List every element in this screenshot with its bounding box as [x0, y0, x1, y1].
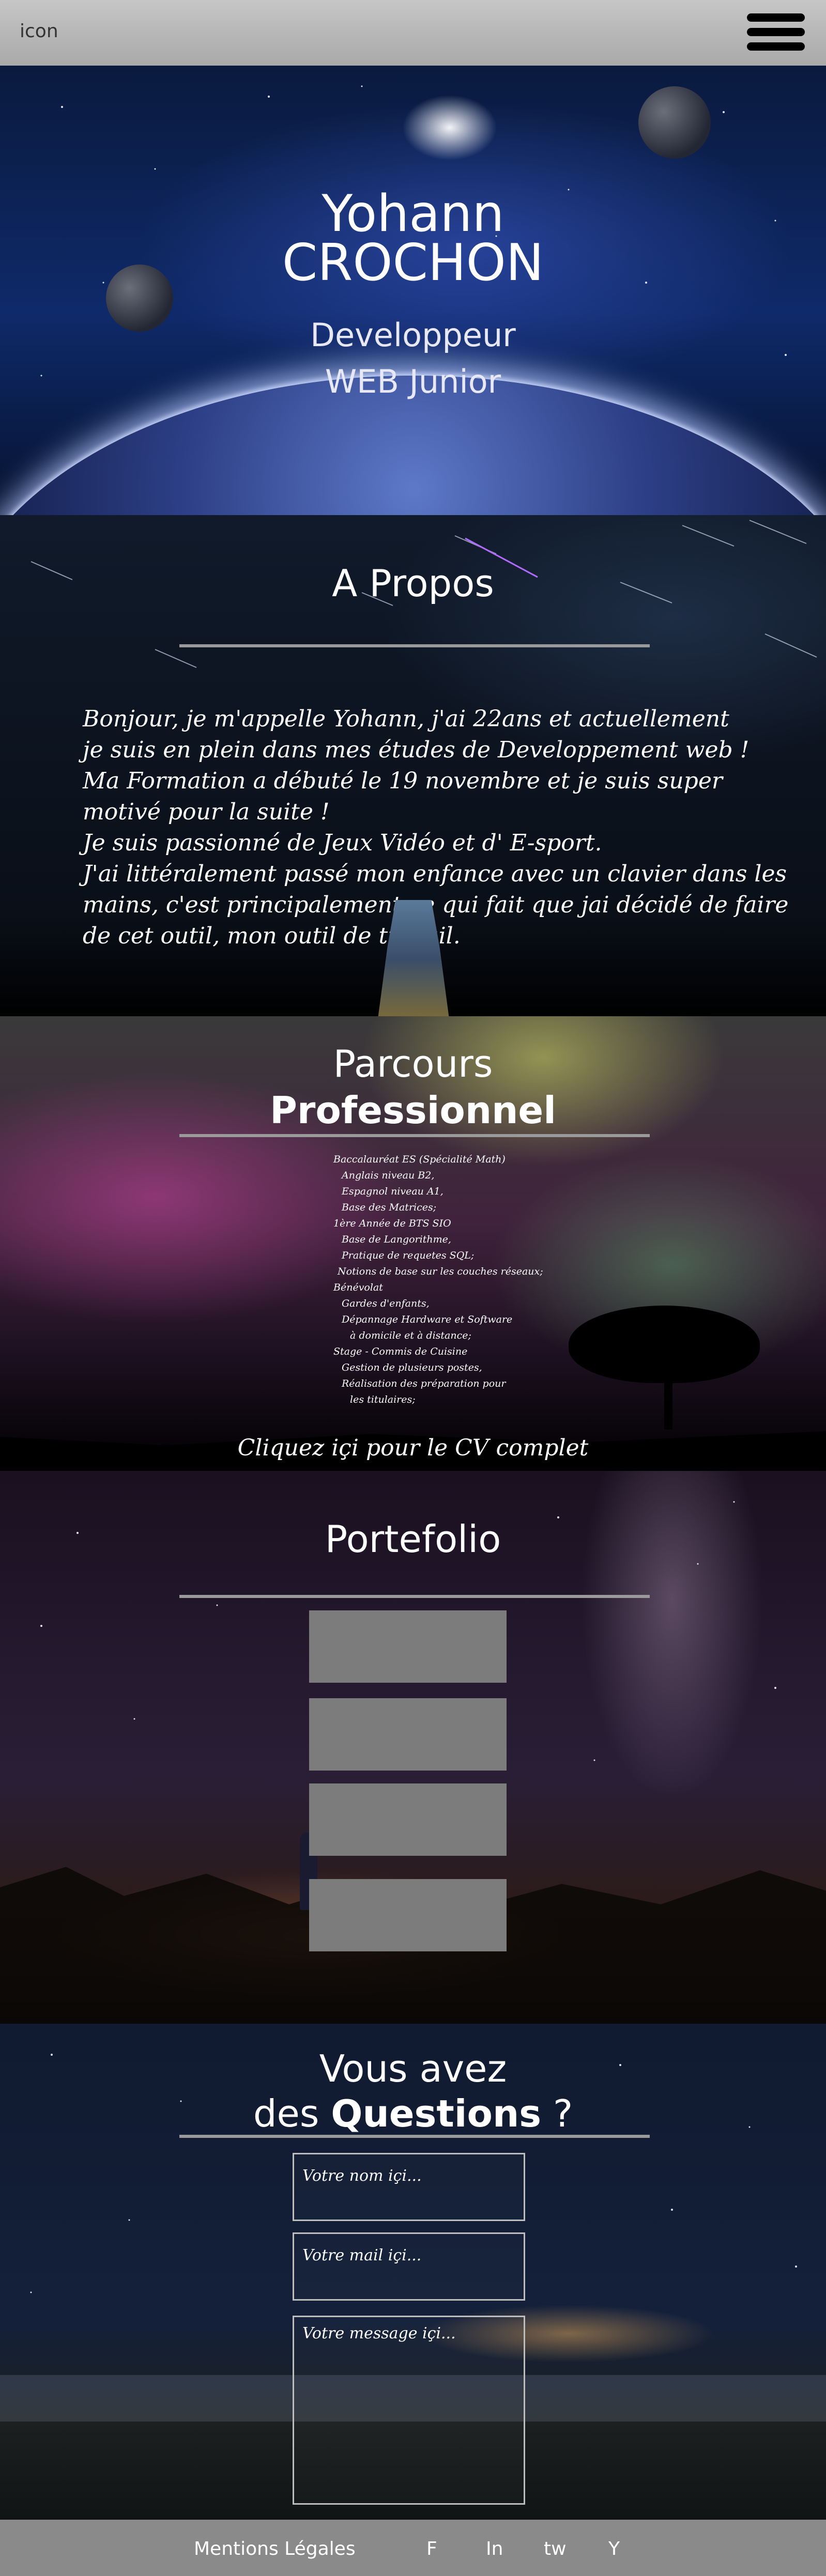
career-item: Anglais niveau B2,	[342, 1170, 435, 1181]
tree-trunk-decoration	[664, 1362, 672, 1430]
career-item: Pratique de requetes SQL;	[342, 1250, 475, 1261]
career-item: Base de Langorithme,	[342, 1234, 451, 1245]
logo-text[interactable]: icon	[20, 21, 58, 42]
portfolio-item-3[interactable]	[309, 1783, 507, 1856]
portfolio-item-4[interactable]	[309, 1879, 507, 1951]
career-list: Baccalauréat ES (Spécialité Math) Anglai…	[333, 1152, 543, 1408]
message-field-placeholder: Votre message içi...	[302, 2324, 456, 2342]
contact-title-line2: des Questions ?	[0, 2092, 826, 2135]
message-field[interactable]: Votre message içi...	[293, 2316, 525, 2505]
about-line: je suis en plein dans mes études de Deve…	[83, 737, 749, 763]
portfolio-divider	[179, 1595, 650, 1598]
career-item: Base des Matrices;	[342, 1202, 437, 1213]
contact-title-suffix: ?	[553, 2092, 573, 2135]
footer: Mentions Légales F In tw Y	[0, 2520, 826, 2576]
portfolio-item-1[interactable]	[309, 1610, 507, 1683]
about-line: mains, c'est principalement ce qui fait …	[83, 892, 789, 918]
legal-notice-link[interactable]: Mentions Légales	[194, 2538, 356, 2559]
hero-job-title-line2: WEB Junior	[325, 363, 501, 400]
moon-right-decoration	[638, 86, 711, 159]
career-item: Gardes d'enfants,	[342, 1298, 430, 1309]
career-section: Parcours Professionnel Baccalauréat ES (…	[0, 1016, 826, 1471]
top-header: icon	[0, 0, 826, 66]
career-item: Espagnol niveau A1,	[342, 1186, 443, 1197]
contact-title-prefix: des	[253, 2092, 319, 2135]
portfolio-title: Portefolio	[325, 1517, 501, 1561]
linkedin-icon[interactable]: In	[486, 2538, 503, 2559]
career-item: Dépannage Hardware et Software	[342, 1314, 513, 1325]
about-title: A Propos	[332, 562, 494, 605]
career-title-line2: Professionnel	[270, 1089, 556, 1132]
career-item: Gestion de plusieurs postes,	[342, 1362, 482, 1373]
career-item: Bénévolat	[333, 1282, 383, 1293]
hero-job-title-line1: Developpeur	[310, 316, 516, 354]
career-divider	[179, 1134, 650, 1137]
twitter-icon[interactable]: tw	[544, 2538, 567, 2559]
contact-section: Vous avez des Questions ? Votre nom içi.…	[0, 2024, 826, 2520]
contact-title-line1: Vous avez	[319, 2047, 507, 2090]
name-field[interactable]: Votre nom içi...	[293, 2153, 525, 2221]
career-item: Réalisation des préparation pour	[342, 1378, 506, 1389]
email-field[interactable]: Votre mail içi...	[293, 2232, 525, 2301]
hero-section: Yohann CROCHON Developpeur WEB Junior	[0, 66, 826, 515]
about-text: Bonjour, je m'appelle Yohann, j'ai 22ans…	[83, 704, 788, 952]
hero-last-name: CROCHON	[282, 234, 544, 292]
about-line: Bonjour, je m'appelle Yohann, j'ai 22ans…	[83, 706, 729, 732]
career-item: les titulaires;	[350, 1394, 416, 1405]
email-field-placeholder: Votre mail içi...	[302, 2246, 422, 2264]
about-line: Ma Formation a débuté le 19 novembre et …	[83, 768, 723, 794]
full-cv-link[interactable]: Cliquez içi pour le CV complet	[0, 1435, 826, 1461]
hamburger-menu-icon[interactable]	[747, 10, 805, 54]
career-item: 1ère Année de BTS SIO	[333, 1218, 451, 1229]
about-divider	[179, 644, 650, 647]
career-title-line1: Parcours	[333, 1042, 493, 1085]
career-item: Stage - Commis de Cuisine	[333, 1346, 468, 1357]
portfolio-item-2[interactable]	[309, 1698, 507, 1771]
about-section: A Propos Bonjour, je m'appelle Yohann, j…	[0, 515, 826, 1016]
contact-divider	[179, 2135, 650, 2138]
name-field-placeholder: Votre nom içi...	[302, 2167, 422, 2185]
contact-title-bold: Questions	[331, 2092, 542, 2135]
career-item: Notions de base sur les couches réseaux;	[338, 1266, 543, 1277]
career-item: Baccalauréat ES (Spécialité Math)	[333, 1154, 506, 1165]
about-line: motivé pour la suite !	[83, 799, 330, 825]
career-item: à domicile et à distance;	[350, 1330, 471, 1341]
portfolio-section: Portefolio	[0, 1471, 826, 2024]
about-line: J'ai littéralement passé mon enfance ave…	[83, 861, 787, 887]
youtube-icon[interactable]: Y	[608, 2538, 620, 2559]
facebook-icon[interactable]: F	[426, 2538, 437, 2559]
about-line: Je suis passionné de Jeux Vidéo et d' E-…	[83, 830, 602, 856]
